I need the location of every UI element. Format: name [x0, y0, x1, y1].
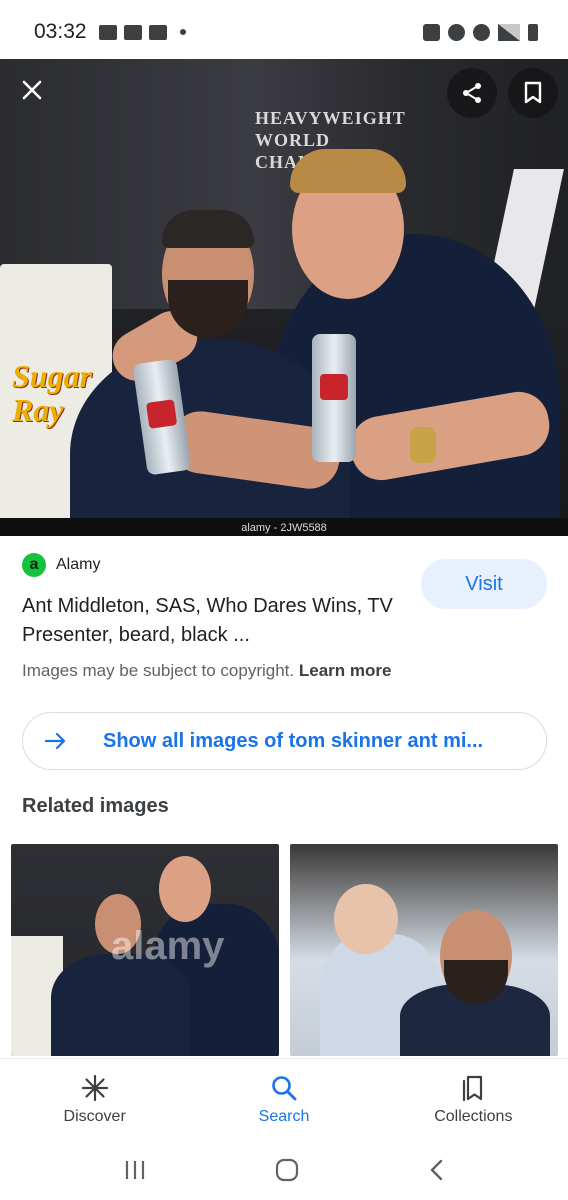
related-image[interactable] — [290, 844, 558, 1056]
share-icon — [463, 83, 481, 103]
bookmark-icon — [524, 81, 542, 104]
recent-apps-icon[interactable] — [123, 1159, 147, 1181]
collections-icon — [463, 1075, 483, 1101]
image-preview[interactable]: HEAVYWEIGHT WORLD CHAMPION Sugar Ray ala… — [0, 59, 568, 536]
gallery-icon — [98, 24, 117, 40]
system-navigation-bar — [0, 1140, 568, 1200]
copyright-notice: Images may be subject to copyright. Lear… — [22, 661, 391, 681]
visit-button[interactable]: Visit — [421, 559, 547, 609]
notification-icons — [98, 24, 186, 40]
signal-icon — [498, 23, 520, 41]
home-icon[interactable] — [274, 1157, 300, 1183]
nav-label: Collections — [434, 1107, 513, 1125]
asterisk-icon — [81, 1074, 108, 1101]
nav-label: Search — [258, 1107, 310, 1125]
person-right-head — [290, 149, 406, 299]
person-left-body — [51, 954, 191, 1056]
mail-icon — [148, 24, 167, 40]
wristwatch — [410, 427, 436, 463]
alarm-icon — [448, 23, 465, 41]
related-images-heading: Related images — [22, 795, 169, 817]
close-button[interactable] — [8, 66, 56, 114]
bottom-navigation: Discover Search Collections — [0, 1058, 568, 1140]
related-image[interactable]: alamy — [11, 844, 279, 1056]
copyright-text: Images may be subject to copyright. — [22, 661, 295, 680]
person-right-head — [159, 856, 211, 922]
source-name: Alamy — [56, 556, 101, 573]
learn-more-link[interactable]: Learn more — [299, 661, 392, 680]
beer-can — [312, 334, 356, 462]
source-link[interactable]: a Alamy — [22, 553, 100, 577]
show-all-label: Show all images of tom skinner ant mi... — [103, 729, 484, 752]
result-title[interactable]: Ant Middleton, SAS, Who Dares Wins, TV P… — [22, 592, 402, 650]
person-head — [440, 910, 512, 1004]
nav-search[interactable]: Search — [189, 1059, 378, 1140]
wifi-icon — [473, 23, 490, 41]
arrow-right-icon — [45, 732, 66, 750]
status-bar: 03:32 — [0, 0, 568, 64]
back-icon[interactable] — [427, 1158, 445, 1182]
more-notifications-dot-icon — [179, 29, 186, 35]
nav-collections[interactable]: Collections — [379, 1059, 568, 1140]
watermark: alamy — [111, 924, 225, 968]
nav-discover[interactable]: Discover — [0, 1059, 189, 1140]
lock-icon — [423, 23, 440, 41]
close-icon — [22, 80, 42, 100]
source-logo-icon: a — [22, 553, 46, 577]
image-credit: alamy - 2JW5588 — [241, 522, 327, 534]
nav-label: Discover — [63, 1107, 126, 1125]
show-all-images-button[interactable]: Show all images of tom skinner ant mi... — [22, 712, 547, 770]
system-status-icons — [423, 23, 538, 41]
share-button[interactable] — [447, 68, 497, 118]
search-icon — [272, 1075, 297, 1100]
save-button[interactable] — [508, 68, 558, 118]
person-head — [334, 884, 398, 954]
status-time: 03:32 — [34, 20, 87, 43]
app-notification-icon — [123, 24, 142, 40]
person-left-head — [162, 210, 254, 338]
battery-icon — [528, 23, 538, 41]
